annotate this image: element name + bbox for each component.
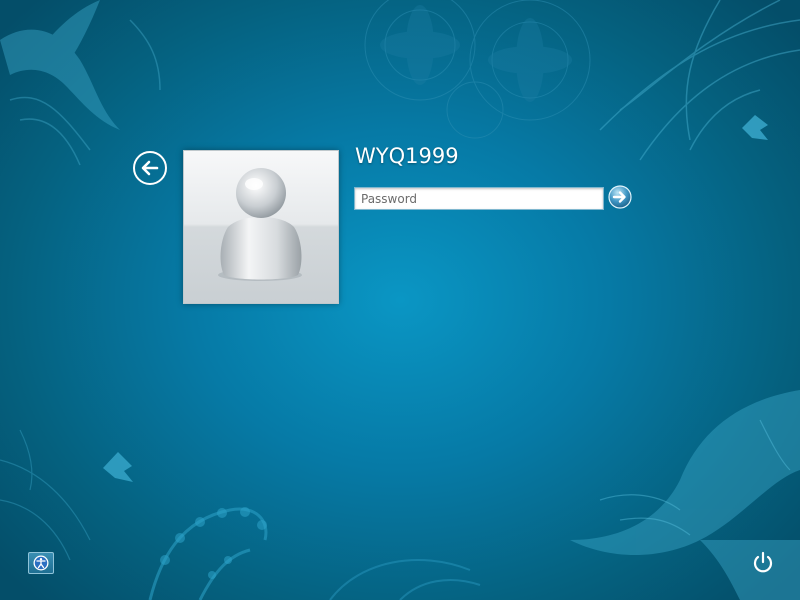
user-avatar-icon	[218, 168, 302, 281]
power-icon	[753, 551, 773, 573]
back-button[interactable]	[133, 151, 167, 185]
password-field	[354, 187, 604, 210]
power-button[interactable]	[750, 550, 776, 576]
username-label: WYQ1999	[355, 144, 459, 168]
logon-screen: WYQ1999	[0, 0, 800, 600]
user-tile	[183, 150, 339, 304]
back-arrow-icon	[141, 160, 159, 176]
submit-button[interactable]	[608, 185, 632, 209]
ease-of-access-icon	[33, 555, 49, 571]
submit-arrow-icon	[608, 185, 632, 209]
password-input[interactable]	[355, 188, 603, 210]
ease-of-access-button[interactable]	[28, 552, 54, 574]
background-artwork	[0, 0, 800, 600]
